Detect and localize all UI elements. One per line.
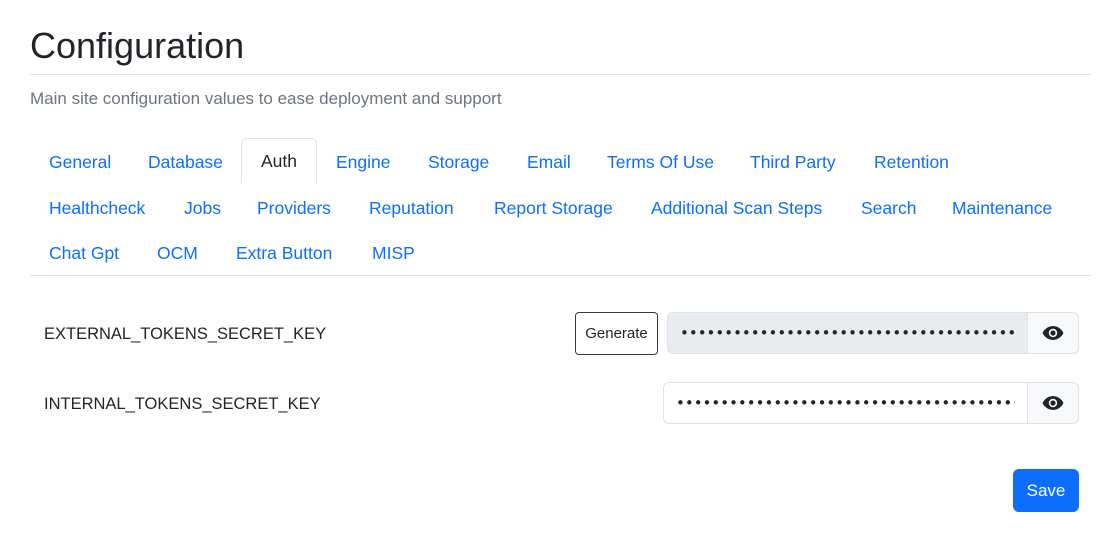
tab-terms-of-use[interactable]: Terms Of Use	[588, 140, 733, 184]
tab-auth[interactable]: Auth	[241, 138, 317, 184]
eye-icon	[1042, 396, 1064, 410]
tab-database[interactable]: Database	[129, 140, 242, 184]
setting-label-external-tokens-secret-key: EXTERNAL_TOKENS_SECRET_KEY	[44, 325, 327, 343]
tab-jobs[interactable]: Jobs	[165, 186, 240, 230]
page-subtitle: Main site configuration values to ease d…	[30, 89, 502, 108]
tab-providers[interactable]: Providers	[238, 186, 350, 230]
tabs-divider	[30, 275, 1091, 276]
tab-storage[interactable]: Storage	[409, 140, 508, 184]
external-tokens-secret-key-input[interactable]	[667, 312, 1027, 354]
title-divider	[30, 74, 1091, 75]
tab-misp[interactable]: MISP	[353, 231, 434, 275]
generate-button[interactable]: Generate	[575, 312, 658, 355]
toggle-visibility-button[interactable]	[1027, 312, 1079, 354]
tab-extra-button[interactable]: Extra Button	[217, 231, 351, 275]
internal-tokens-secret-key-group	[663, 382, 1079, 424]
page-title: Configuration	[30, 25, 245, 66]
tab-engine[interactable]: Engine	[317, 140, 410, 184]
tab-general[interactable]: General	[30, 140, 130, 184]
tab-report-storage[interactable]: Report Storage	[475, 186, 632, 230]
toggle-visibility-button[interactable]	[1027, 382, 1079, 424]
tab-healthcheck[interactable]: Healthcheck	[30, 186, 164, 230]
tab-reputation[interactable]: Reputation	[350, 186, 473, 230]
tab-search[interactable]: Search	[842, 186, 935, 230]
setting-label-internal-tokens-secret-key: INTERNAL_TOKENS_SECRET_KEY	[44, 395, 321, 413]
eye-icon	[1042, 326, 1064, 340]
tab-maintenance[interactable]: Maintenance	[933, 186, 1071, 230]
tab-additional-scan-steps[interactable]: Additional Scan Steps	[632, 186, 841, 230]
save-button[interactable]: Save	[1013, 469, 1079, 512]
tab-chat-gpt[interactable]: Chat Gpt	[30, 231, 138, 275]
tab-retention[interactable]: Retention	[855, 140, 968, 184]
tab-ocm[interactable]: OCM	[138, 231, 217, 275]
internal-tokens-secret-key-input[interactable]	[663, 382, 1027, 424]
tab-third-party[interactable]: Third Party	[731, 140, 855, 184]
external-tokens-secret-key-group	[667, 312, 1079, 354]
tab-email[interactable]: Email	[508, 140, 590, 184]
configuration-page: Configuration Main site configuration va…	[0, 0, 1119, 554]
